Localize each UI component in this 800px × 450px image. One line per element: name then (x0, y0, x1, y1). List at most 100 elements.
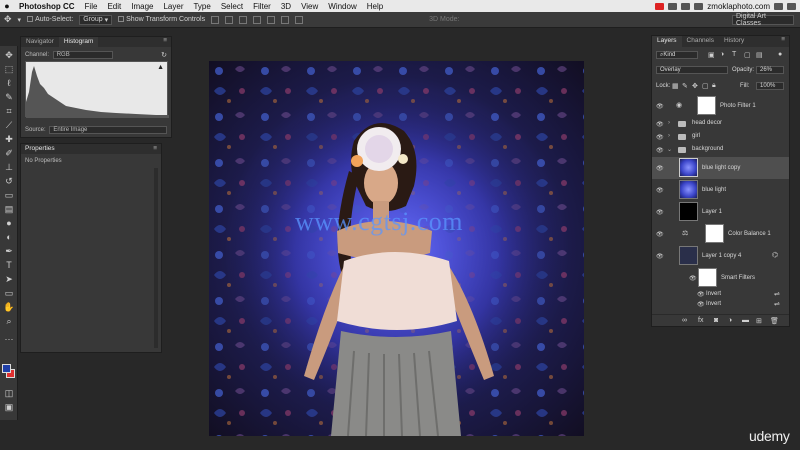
layer-row-selected[interactable]: 👁︎ blue light copy (652, 157, 789, 179)
warning-icon[interactable]: ▲ (157, 64, 164, 71)
dodge-icon[interactable]: ◐ (3, 232, 15, 243)
foreground-color-swatch[interactable] (2, 364, 11, 373)
filter-toggle-icon[interactable]: ● (778, 51, 782, 58)
fill-field[interactable]: 100% (756, 82, 784, 90)
lock-artboard-icon[interactable]: ▢ (702, 82, 709, 90)
chevron-right-icon[interactable]: › (668, 133, 670, 139)
visibility-eye-icon[interactable]: 👁︎ (656, 121, 664, 128)
tab-channels[interactable]: Channels (682, 36, 719, 47)
visibility-eye-icon[interactable]: 👁︎ (697, 291, 705, 298)
document-canvas[interactable] (209, 61, 584, 436)
visibility-eye-icon[interactable]: 👁︎ (656, 231, 664, 238)
align-right-icon[interactable] (281, 15, 290, 24)
filter-type-icon[interactable]: T (732, 51, 736, 58)
eraser-icon[interactable]: ▭ (3, 190, 15, 201)
chevron-down-icon[interactable]: ⌄ (667, 146, 672, 153)
apple-icon[interactable]: ● (0, 1, 14, 11)
brush-icon[interactable]: ✐ (3, 148, 15, 159)
layer-row[interactable]: 👁︎ Layer 1 (652, 201, 789, 223)
menu-help[interactable]: Help (362, 2, 388, 11)
app-menu[interactable]: Photoshop CC (14, 2, 80, 11)
align-center-icon[interactable] (267, 15, 276, 24)
menu-type[interactable]: Type (188, 2, 215, 11)
tool-preset-chevron-icon[interactable]: ▾ (18, 16, 22, 24)
menu-window[interactable]: Window (323, 2, 361, 11)
auto-select-dropdown[interactable]: Group ▾ (79, 14, 113, 25)
opacity-field[interactable]: 26% (756, 66, 784, 74)
quick-mask-icon[interactable]: ◫ (3, 388, 15, 399)
notification-icon[interactable] (787, 2, 796, 10)
lock-position-icon[interactable]: ✥ (692, 82, 698, 90)
smart-filter-icon[interactable]: ⌬ (772, 251, 778, 259)
menu-view[interactable]: View (296, 2, 323, 11)
layer-row[interactable]: 👁︎ › head decor (652, 118, 789, 130)
menu-image[interactable]: Image (126, 2, 158, 11)
status-clock-icon[interactable] (668, 2, 678, 10)
filter-pixel-icon[interactable]: ▣ (708, 51, 715, 59)
stamp-icon[interactable]: ⊥ (3, 162, 15, 173)
fx-icon[interactable]: fx (698, 317, 703, 324)
path-select-icon[interactable]: ➤ (3, 274, 15, 285)
chevron-right-icon[interactable]: › (668, 120, 670, 126)
status-app-icon[interactable] (655, 2, 665, 10)
hand-icon[interactable]: ✋ (3, 302, 15, 313)
tab-histogram[interactable]: Histogram (58, 37, 99, 47)
new-layer-icon[interactable]: ⊞ (756, 317, 762, 325)
adjustment-icon[interactable]: ◑ (728, 317, 732, 324)
layer-row[interactable]: 👁︎ blue light (652, 179, 789, 201)
refresh-icon[interactable]: ↻ (161, 51, 167, 59)
layer-row[interactable]: 👁︎ › girl (652, 131, 789, 143)
menu-file[interactable]: File (80, 2, 103, 11)
screen-mode-icon[interactable]: ▣ (3, 402, 15, 413)
lock-pixels-icon[interactable]: ✎ (682, 82, 688, 90)
layer-row[interactable]: 👁︎ Invert ⇌ (652, 289, 789, 299)
align-left-icon[interactable] (253, 15, 262, 24)
healing-icon[interactable]: ✚ (3, 134, 15, 145)
align-middle-icon[interactable] (225, 15, 234, 24)
visibility-eye-icon[interactable]: 👁︎ (656, 147, 664, 154)
layer-row[interactable]: 👁︎ Smart Filters (652, 267, 789, 289)
mask-icon[interactable]: ◙ (714, 317, 718, 324)
pen-icon[interactable]: ✒ (3, 246, 15, 257)
history-brush-icon[interactable]: ↺ (3, 176, 15, 187)
filter-options-icon[interactable]: ⇌ (774, 290, 780, 298)
type-icon[interactable]: T (3, 260, 15, 271)
properties-menu-icon[interactable]: ≡ (153, 144, 161, 154)
wifi-icon[interactable] (681, 2, 691, 10)
workspace-dropdown[interactable]: Digital Art Classes (732, 13, 794, 27)
layer-row[interactable]: 👁︎ ◉ Photo Filter 1 (652, 95, 789, 117)
quick-select-icon[interactable]: ✎ (3, 92, 15, 103)
folder-icon[interactable]: ▬ (742, 317, 749, 324)
move-icon[interactable]: ✥ (3, 50, 15, 61)
channel-dropdown[interactable]: RGB (52, 51, 113, 59)
tab-layers[interactable]: Layers (652, 36, 682, 47)
kind-filter-dropdown[interactable]: ⌕ Kind (656, 51, 698, 59)
menu-layer[interactable]: Layer (158, 2, 188, 11)
distribute-icon[interactable] (295, 15, 304, 24)
lock-transparent-icon[interactable]: ▦ (672, 82, 679, 90)
layers-menu-icon[interactable]: ≡ (781, 36, 789, 47)
layer-row[interactable]: 👁︎ ⌄ background (652, 144, 789, 156)
menu-filter[interactable]: Filter (248, 2, 276, 11)
eyedropper-icon[interactable]: ⟋ (3, 120, 15, 131)
more-tools-icon[interactable]: ··· (3, 334, 15, 345)
tab-history[interactable]: History (719, 36, 749, 47)
visibility-eye-icon[interactable]: 👁︎ (656, 134, 664, 141)
shape-icon[interactable]: ▭ (3, 288, 15, 299)
marquee-icon[interactable]: ⬚ (3, 64, 15, 75)
blur-icon[interactable]: ● (3, 218, 15, 229)
move-tool-icon[interactable]: ✥ (4, 14, 12, 25)
source-dropdown[interactable]: Entire Image (49, 126, 168, 134)
menu-3d[interactable]: 3D (276, 2, 296, 11)
properties-scrollbar[interactable] (154, 168, 158, 348)
auto-select-checkbox[interactable]: Auto-Select: (27, 16, 73, 23)
trash-icon[interactable]: 🗑︎ (770, 317, 779, 325)
blend-mode-dropdown[interactable]: Overlay (656, 66, 728, 74)
filter-options-icon[interactable]: ⇌ (774, 300, 780, 308)
layer-row[interactable]: 👁︎ Invert ⇌ (652, 299, 789, 309)
align-bottom-icon[interactable] (239, 15, 248, 24)
spotlight-icon[interactable] (774, 2, 783, 10)
visibility-eye-icon[interactable]: 👁︎ (689, 275, 697, 282)
link-icon[interactable]: ∞ (682, 317, 687, 324)
visibility-eye-icon[interactable]: 👁︎ (656, 103, 664, 110)
